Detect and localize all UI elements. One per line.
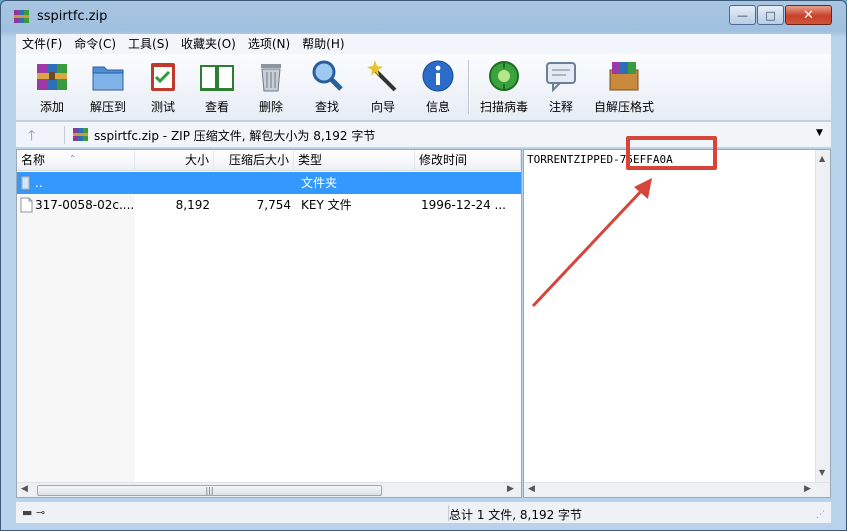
file-list-pane: 名称 ⌃ 大小 压缩后大小 类型 修改时间 .. 文件夹 317-0058-02…: [16, 149, 522, 498]
comment-icon: [546, 62, 576, 93]
view-book-icon: [200, 65, 234, 91]
scrollbar-thumb[interactable]: |||: [37, 485, 382, 496]
find-magnifier-icon: [312, 60, 343, 91]
file-name: 317-0058-02c....: [35, 198, 135, 212]
address-separator: [64, 126, 65, 144]
extract-folder-icon: [92, 66, 124, 91]
toolbar-find-button[interactable]: 查找: [304, 58, 350, 118]
folder-up-icon: [20, 175, 31, 191]
info-icon: [422, 60, 454, 92]
scroll-right-icon[interactable]: ▶: [804, 484, 811, 494]
column-modified-time[interactable]: 修改时间: [415, 150, 521, 171]
scroll-right-icon[interactable]: ▶: [507, 484, 514, 494]
column-header-row: 名称 ⌃ 大小 压缩后大小 类型 修改时间: [17, 150, 521, 171]
toolbar-separator: [468, 60, 470, 114]
toolbar-test-label: 测试: [150, 100, 175, 114]
toolbar-info-label: 信息: [425, 100, 450, 114]
toolbar-add-label: 添加: [39, 100, 64, 114]
status-bar: ▬ ⊸ 总计 1 文件, 8,192 字节 ⋰: [16, 501, 831, 523]
scroll-up-icon[interactable]: ▲: [819, 154, 825, 163]
address-dropdown-icon[interactable]: ▼: [816, 128, 823, 138]
toolbar-comment-label: 注释: [548, 100, 573, 114]
toolbar-delete-button[interactable]: 删除: [248, 58, 294, 118]
menu-commands[interactable]: 命令(C): [68, 34, 122, 54]
archive-icon: [73, 128, 88, 141]
table-row-parent-folder[interactable]: .. 文件夹: [17, 172, 521, 194]
column-packed-size[interactable]: 压缩后大小: [214, 150, 294, 171]
toolbar-info-button[interactable]: 信息: [416, 58, 460, 118]
toolbar-sfx-label: 自解压格式: [593, 100, 654, 114]
sfx-box-icon: [609, 62, 639, 91]
toolbar: 添加 解压到 测试 查看 删除 查找 向导 信息 扫描病毒 注释 自解压格式: [16, 54, 831, 121]
file-size: [135, 172, 210, 194]
menu-favorites[interactable]: 收藏夹(O): [175, 34, 242, 54]
maximize-button[interactable]: □: [757, 5, 784, 25]
toolbar-sfx-button[interactable]: 自解压格式: [592, 58, 656, 118]
file-modified-time: 1996-12-24 ...: [421, 198, 506, 212]
file-list-horizontal-scrollbar[interactable]: ◀ ||| ▶: [17, 482, 521, 497]
toolbar-wizard-button[interactable]: 向导: [360, 58, 406, 118]
scroll-down-icon[interactable]: ▼: [819, 468, 825, 477]
file-modified-time: [421, 172, 517, 194]
title-bar[interactable]: sspirtfc.zip — □ ✕: [1, 1, 846, 33]
sort-ascending-icon: ⌃: [69, 154, 76, 163]
menu-help[interactable]: 帮助(H): [296, 34, 350, 54]
status-key-icons[interactable]: ▬ ⊸: [22, 506, 45, 519]
winrar-window: sspirtfc.zip — □ ✕ 文件(F) 命令(C) 工具(S) 收藏夹…: [0, 0, 847, 531]
column-name-label: 名称: [21, 153, 46, 167]
menu-tools[interactable]: 工具(S): [122, 34, 175, 54]
comment-vertical-scrollbar[interactable]: ▲ ▼: [815, 150, 830, 482]
minimize-button[interactable]: —: [729, 5, 756, 25]
toolbar-delete-label: 删除: [258, 100, 283, 114]
annotation-highlight-box: [626, 136, 717, 170]
toolbar-view-button[interactable]: 查看: [194, 58, 240, 118]
toolbar-view-label: 查看: [204, 100, 229, 114]
menu-bar: 文件(F) 命令(C) 工具(S) 收藏夹(O) 选项(N) 帮助(H): [16, 34, 831, 54]
name-column-shade: [17, 172, 135, 482]
wizard-wand-icon: [367, 60, 397, 92]
up-one-level-button[interactable]: 🡑: [28, 125, 35, 149]
scroll-left-icon[interactable]: ◀: [21, 484, 28, 494]
toolbar-virus-scan-button[interactable]: 扫描病毒: [476, 58, 532, 118]
archive-add-icon: [37, 64, 67, 90]
window-title: sspirtfc.zip: [37, 9, 108, 24]
winrar-app-icon: [14, 10, 29, 23]
menu-file[interactable]: 文件(F): [16, 34, 68, 54]
file-size: 8,192: [175, 198, 210, 212]
comment-pane: TORRENTZIPPED-75EFFA0A ▲ ▼ ◀ ▶: [523, 149, 831, 498]
comment-horizontal-scrollbar[interactable]: ◀ ▶: [524, 482, 830, 497]
toolbar-add-button[interactable]: 添加: [28, 58, 76, 118]
toolbar-wizard-label: 向导: [370, 100, 395, 114]
column-size[interactable]: 大小: [135, 150, 214, 171]
file-packed-size: [214, 172, 291, 194]
toolbar-virus-scan-label: 扫描病毒: [479, 100, 528, 114]
toolbar-comment-button[interactable]: 注释: [538, 58, 584, 118]
column-name[interactable]: 名称 ⌃: [17, 150, 135, 171]
file-type: 文件夹: [301, 176, 338, 190]
toolbar-extract-button[interactable]: 解压到: [84, 58, 132, 118]
file-name: ..: [35, 176, 43, 190]
delete-trash-icon: [261, 64, 281, 92]
file-packed-size: 7,754: [256, 198, 291, 212]
column-type[interactable]: 类型: [294, 150, 415, 171]
virus-scan-icon: [489, 61, 519, 91]
test-clipboard-icon: [151, 63, 175, 91]
scroll-left-icon[interactable]: ◀: [528, 484, 535, 494]
address-path[interactable]: sspirtfc.zip - ZIP 压缩文件, 解包大小为 8,192 字节: [94, 127, 375, 144]
file-icon: [20, 197, 33, 213]
file-type: KEY 文件: [301, 198, 352, 212]
close-button[interactable]: ✕: [785, 5, 832, 25]
resize-grip-icon[interactable]: ⋰: [816, 510, 825, 520]
toolbar-find-label: 查找: [314, 100, 339, 114]
menu-options[interactable]: 选项(N): [242, 34, 296, 54]
status-summary: 总计 1 文件, 8,192 字节: [449, 508, 583, 522]
toolbar-extract-label: 解压到: [89, 100, 126, 114]
toolbar-test-button[interactable]: 测试: [140, 58, 186, 118]
table-row-file[interactable]: 317-0058-02c.... 8,192 7,754 KEY 文件 1996…: [17, 194, 521, 216]
